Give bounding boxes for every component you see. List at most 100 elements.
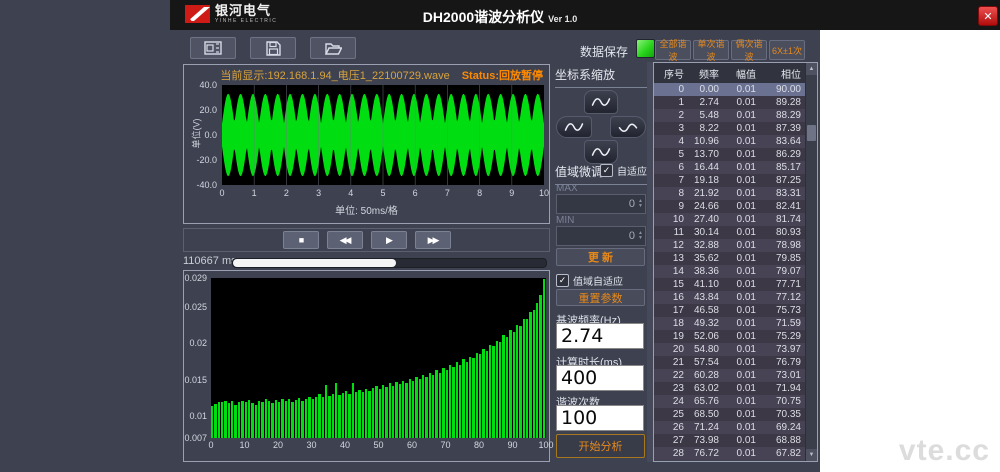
table-row[interactable]: 1541.100.0177.71 [654, 278, 805, 291]
table-row[interactable]: 924.660.0182.41 [654, 200, 805, 213]
close-button[interactable]: ✕ [978, 6, 998, 26]
spectrum-bar [275, 400, 277, 438]
spectrum-bar [399, 384, 401, 438]
logo-text: 银河电气 [215, 4, 277, 17]
range-adaptive-checkbox[interactable]: ✓ 值域自适应 [556, 273, 623, 288]
scroll-down-icon[interactable]: ▼ [806, 449, 817, 461]
table-header-row: 序号频率幅值相位 [654, 63, 805, 83]
calc-duration-input[interactable] [556, 365, 644, 391]
spectrum-x-axis: 0102030405060708090100 [211, 440, 546, 452]
harmonic-count-input[interactable] [556, 405, 644, 431]
table-row[interactable]: 2876.720.0167.82 [654, 447, 805, 460]
odd-harmonics-button[interactable]: 单次谐波 [693, 40, 729, 60]
table-row[interactable]: 2671.240.0169.24 [654, 421, 805, 434]
save-button[interactable] [250, 37, 296, 59]
scrollbar-thumb[interactable] [807, 125, 816, 141]
spectrum-y-axis: 0.0290.0250.020.0150.010.007 [184, 278, 210, 438]
spectrum-bar [315, 397, 317, 438]
yinhe-logo-icon [184, 4, 211, 24]
table-row[interactable]: 2568.500.0170.35 [654, 408, 805, 421]
start-analysis-button[interactable]: 开始分析 [556, 434, 645, 458]
table-row[interactable]: 1027.400.0181.74 [654, 213, 805, 226]
axis-tick-label: -20.0 [196, 155, 217, 165]
spectrum-bar [298, 398, 300, 438]
axis-tick-label: 0.007 [184, 433, 207, 443]
axis-tick-label: 20 [273, 440, 283, 450]
table-row[interactable]: 12.740.0189.28 [654, 96, 805, 109]
table-header-0[interactable]: 序号 [654, 66, 688, 81]
scroll-up-icon[interactable]: ▲ [806, 63, 817, 75]
axis-tick-label: 0.029 [184, 273, 207, 283]
max-label: MAX [556, 183, 578, 194]
spectrum-bar [405, 383, 407, 438]
stop-button[interactable]: ■ [283, 231, 319, 249]
table-row[interactable]: 00.000.0190.00 [654, 83, 805, 96]
reset-params-button[interactable]: 重置参数 [556, 289, 645, 306]
table-row[interactable]: 1232.880.0178.98 [654, 239, 805, 252]
max-spinbox[interactable]: 0 ▲ ▼ [556, 194, 646, 214]
table-row[interactable]: 2773.980.0168.88 [654, 434, 805, 447]
zoom-down-button[interactable] [584, 140, 618, 164]
axis-tick-label: 30 [306, 440, 316, 450]
table-row[interactable]: 1643.840.0177.12 [654, 291, 805, 304]
6x1-harmonics-button[interactable]: 6X±1次 [769, 40, 805, 60]
even-harmonics-button[interactable]: 偶次谐波 [731, 40, 767, 60]
fast-forward-button[interactable]: ▶▶ [415, 231, 451, 249]
spin-down-icon[interactable]: ▼ [638, 236, 643, 241]
all-harmonics-button[interactable]: 全部谐波 [655, 40, 691, 60]
table-row[interactable]: 1952.060.0175.29 [654, 330, 805, 343]
waveform-y-axis: 40.020.00.0-20.0-40.0 [184, 85, 220, 185]
play-button[interactable]: ▶ [371, 231, 407, 249]
table-row[interactable]: 1849.320.0171.59 [654, 317, 805, 330]
spectrum-bar [318, 394, 320, 438]
control-column: 坐标系缩放 值域微调 ✓ 自适应 MAX 0 ▲ ▼ MIN [555, 62, 647, 462]
play-icon: ▶ [386, 235, 391, 246]
device-button[interactable] [190, 37, 236, 59]
table-scrollbar[interactable]: ▲ ▼ [805, 63, 817, 461]
harmonics-table-panel: 序号频率幅值相位 00.000.0190.0012.740.0189.2825.… [653, 62, 818, 462]
table-row[interactable]: 1130.140.0180.93 [654, 226, 805, 239]
table-row[interactable]: 1335.620.0179.85 [654, 252, 805, 265]
table-row[interactable]: 410.960.0183.64 [654, 135, 805, 148]
rewind-button[interactable]: ◀◀ [327, 231, 363, 249]
spectrum-bar [435, 370, 437, 438]
table-row[interactable]: 616.440.0185.17 [654, 161, 805, 174]
table-row[interactable]: 25.480.0188.29 [654, 109, 805, 122]
table-row[interactable]: 513.700.0186.29 [654, 148, 805, 161]
spin-down-icon[interactable]: ▼ [638, 204, 643, 209]
adaptive-checkbox[interactable]: ✓ 自适应 [600, 163, 647, 178]
open-file-button[interactable] [310, 37, 356, 59]
spectrum-bar [228, 403, 230, 438]
table-row[interactable]: 2465.760.0170.75 [654, 395, 805, 408]
update-button[interactable]: 更 新 [556, 248, 645, 266]
waveform-header: 当前显示:192.168.1.94_电压1_22100729.wave Stat… [184, 67, 543, 83]
table-header-3[interactable]: 相位 [760, 66, 805, 81]
playback-progress-bar[interactable] [232, 258, 547, 268]
table-header-1[interactable]: 频率 [688, 66, 723, 81]
table-row[interactable]: 38.220.0187.39 [654, 122, 805, 135]
zoom-left-button[interactable] [556, 116, 592, 138]
spectrum-bar [375, 386, 377, 438]
zoom-right-button[interactable] [610, 116, 646, 138]
table-row[interactable]: 1438.360.0179.07 [654, 265, 805, 278]
checkbox-check-icon: ✓ [556, 274, 569, 287]
spectrum-bar [429, 373, 431, 438]
table-row[interactable]: 1746.580.0175.73 [654, 304, 805, 317]
data-save-indicator[interactable] [636, 39, 655, 58]
spectrum-bars [211, 278, 546, 438]
axis-tick-label: -40.0 [196, 180, 217, 190]
spectrum-bar [415, 377, 417, 438]
table-row[interactable]: 719.180.0187.25 [654, 174, 805, 187]
table-row[interactable]: 821.920.0183.31 [654, 187, 805, 200]
current-file-label: 当前显示:192.168.1.94_电压1_22100729.wave [220, 67, 449, 83]
zoom-up-button[interactable] [584, 90, 618, 114]
spectrum-bar [459, 365, 461, 438]
min-spinbox[interactable]: 0 ▲ ▼ [556, 226, 646, 246]
table-row[interactable]: 2157.540.0176.79 [654, 356, 805, 369]
table-header-2[interactable]: 幅值 [723, 66, 760, 81]
table-row[interactable]: 2363.020.0171.94 [654, 382, 805, 395]
axis-tick-label: 0.0 [204, 130, 217, 140]
table-row[interactable]: 2054.800.0173.97 [654, 343, 805, 356]
table-row[interactable]: 2260.280.0173.01 [654, 369, 805, 382]
fundamental-freq-input[interactable] [556, 323, 644, 349]
